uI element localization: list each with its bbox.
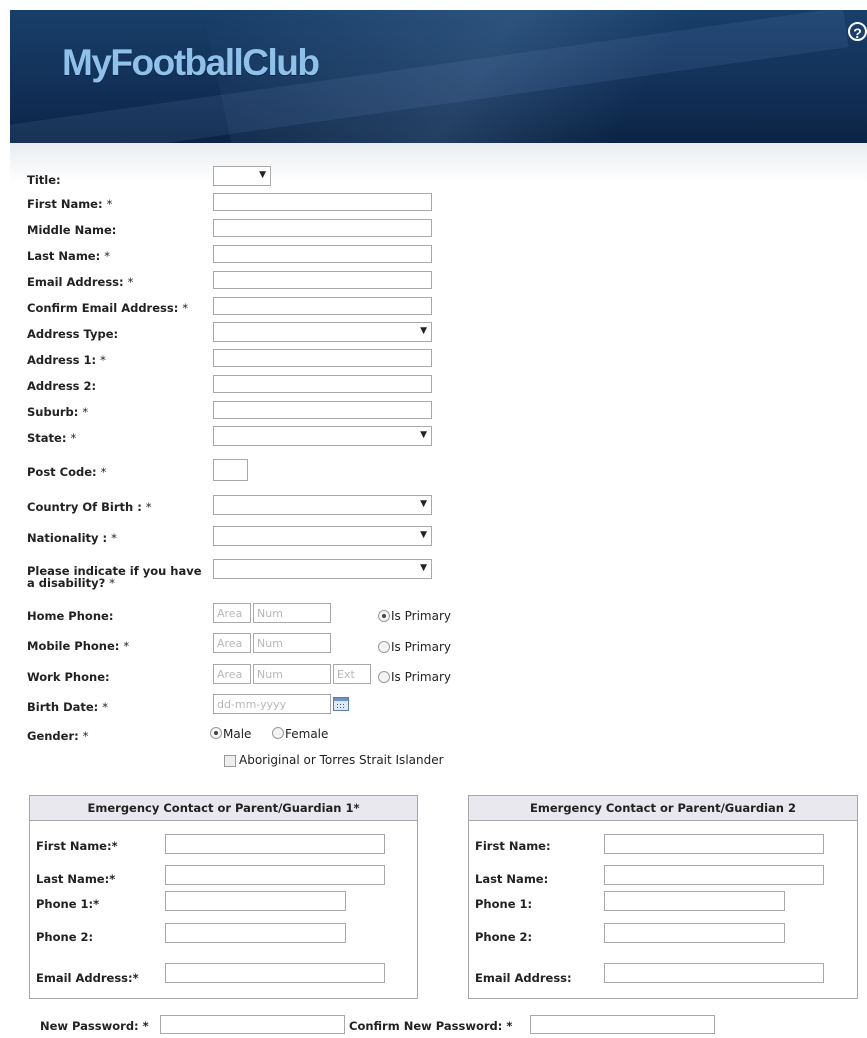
first-name-label: First Name: * [27, 197, 113, 211]
ec1-phone1-input[interactable] [165, 891, 346, 911]
chevron-down-icon: ▼ [420, 499, 427, 509]
middle-name-input[interactable] [213, 219, 432, 237]
work-primary-radio[interactable] [378, 671, 390, 683]
chevron-down-icon: ▼ [420, 326, 427, 336]
work-phone-area-input[interactable] [213, 664, 251, 684]
confirm-email-input[interactable] [213, 297, 432, 315]
gender-female-label: Female [285, 727, 329, 741]
last-name-input[interactable] [213, 245, 432, 263]
address-type-select[interactable]: ▼ [213, 322, 432, 342]
title-label: Title: [27, 173, 61, 187]
address2-input[interactable] [213, 375, 432, 393]
home-phone-area-input[interactable] [213, 603, 251, 623]
address1-label: Address 1: * [27, 353, 106, 367]
birth-date-input[interactable] [213, 694, 331, 714]
emergency-contact-1-heading: Emergency Contact or Parent/Guardian 1* [30, 796, 417, 821]
work-phone-label: Work Phone: [27, 670, 110, 684]
confirm-password-input[interactable] [530, 1015, 715, 1034]
new-password-input[interactable] [160, 1015, 345, 1034]
header-fade [10, 143, 867, 183]
confirm-email-label: Confirm Email Address: * [27, 301, 189, 315]
mobile-primary-radio[interactable] [378, 641, 390, 653]
work-phone-num-input[interactable] [253, 664, 331, 684]
gender-female-radio[interactable] [272, 727, 284, 739]
last-name-label: Last Name: * [27, 249, 110, 263]
title-select[interactable]: ▼ [213, 166, 271, 186]
site-logo: MyFootballClub [62, 42, 320, 83]
ec1-phone2-label: Phone 2: [36, 930, 94, 944]
emergency-contact-2-heading: Emergency Contact or Parent/Guardian 2 [469, 796, 857, 821]
ec1-last-name-input[interactable] [165, 865, 385, 885]
ec1-phone2-input[interactable] [165, 923, 346, 943]
ec1-first-name-label: First Name:* [36, 839, 118, 853]
disability-label: Please indicate if you have a disability… [27, 564, 202, 590]
ec1-last-name-label: Last Name:* [36, 872, 116, 886]
country-select[interactable]: ▼ [213, 495, 432, 515]
calendar-icon[interactable] [333, 697, 349, 711]
suburb-label: Suburb: * [27, 405, 89, 419]
ec2-last-name-label: Last Name: [475, 872, 549, 886]
emergency-contact-2-panel: Emergency Contact or Parent/Guardian 2 F… [468, 795, 858, 999]
postcode-input[interactable] [213, 459, 248, 481]
ec1-phone1-label: Phone 1:* [36, 897, 100, 911]
birth-date-label: Birth Date: * [27, 700, 109, 714]
home-primary-label: Is Primary [391, 609, 451, 623]
gender-male-radio[interactable] [210, 727, 222, 739]
postcode-label: Post Code: * [27, 465, 107, 479]
chevron-down-icon: ▼ [420, 430, 427, 440]
confirm-password-label: Confirm New Password: * [349, 1019, 513, 1033]
state-select[interactable]: ▼ [213, 426, 432, 446]
mobile-phone-num-input[interactable] [253, 633, 331, 653]
email-input[interactable] [213, 271, 432, 289]
ec2-first-name-label: First Name: [475, 839, 551, 853]
ec2-last-name-input[interactable] [604, 865, 824, 885]
ec2-first-name-input[interactable] [604, 834, 824, 854]
ec1-first-name-input[interactable] [165, 834, 385, 854]
first-name-input[interactable] [213, 193, 432, 211]
chevron-down-icon: ▼ [259, 170, 266, 180]
suburb-input[interactable] [213, 401, 432, 419]
ec2-phone2-input[interactable] [604, 923, 785, 943]
aboriginal-label: Aboriginal or Torres Strait Islander [239, 753, 444, 767]
home-phone-label: Home Phone: [27, 609, 114, 623]
address-type-label: Address Type: [27, 327, 119, 341]
ec2-email-input[interactable] [604, 963, 824, 983]
home-phone-num-input[interactable] [253, 603, 331, 623]
work-phone-ext-input[interactable] [333, 664, 371, 684]
state-label: State: * [27, 431, 77, 445]
country-label: Country Of Birth : * [27, 500, 152, 514]
mobile-primary-label: Is Primary [391, 640, 451, 654]
disability-select[interactable]: ▼ [213, 559, 432, 579]
ec1-email-input[interactable] [165, 963, 385, 983]
ec1-email-label: Email Address:* [36, 971, 139, 985]
mobile-phone-area-input[interactable] [213, 633, 251, 653]
chevron-down-icon: ▼ [420, 530, 427, 540]
nationality-label: Nationality : * [27, 531, 117, 545]
aboriginal-checkbox[interactable] [224, 755, 236, 767]
address2-label: Address 2: [27, 379, 97, 393]
email-label: Email Address: * [27, 275, 134, 289]
ec2-phone1-input[interactable] [604, 891, 785, 911]
address1-input[interactable] [213, 349, 432, 367]
work-primary-label: Is Primary [391, 670, 451, 684]
mobile-phone-label: Mobile Phone: * [27, 639, 130, 653]
chevron-down-icon: ▼ [420, 563, 427, 573]
gender-male-label: Male [223, 727, 252, 741]
help-icon[interactable]: ? [848, 22, 867, 41]
ec2-email-label: Email Address: [475, 971, 572, 985]
header-banner: MyFootballClub [10, 10, 867, 143]
ec2-phone1-label: Phone 1: [475, 897, 533, 911]
nationality-select[interactable]: ▼ [213, 526, 432, 546]
gender-label: Gender: * [27, 729, 89, 743]
emergency-contact-1-panel: Emergency Contact or Parent/Guardian 1* … [29, 795, 418, 999]
middle-name-label: Middle Name: [27, 223, 117, 237]
new-password-label: New Password: * [40, 1019, 149, 1033]
home-primary-radio[interactable] [378, 610, 390, 622]
ec2-phone2-label: Phone 2: [475, 930, 533, 944]
